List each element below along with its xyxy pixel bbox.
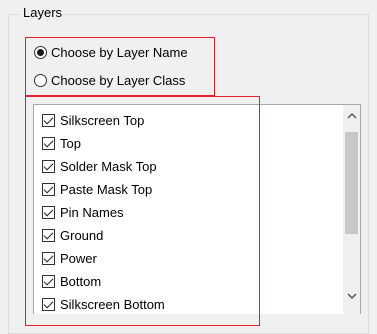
layers-group-title: Layers [20, 5, 66, 21]
chevron-down-icon[interactable] [343, 287, 360, 304]
radio-choose-by-layer-class[interactable]: Choose by Layer Class [34, 70, 185, 90]
radio-choose-by-layer-name[interactable]: Choose by Layer Name [34, 42, 188, 62]
list-highlight-box [25, 96, 260, 326]
radio-button-icon[interactable] [34, 45, 47, 59]
radio-button-icon[interactable] [34, 73, 47, 87]
chevron-up-icon[interactable] [343, 107, 360, 124]
radio-label: Choose by Layer Class [51, 72, 186, 88]
radio-label: Choose by Layer Name [51, 44, 188, 60]
vertical-scrollbar[interactable] [343, 105, 360, 315]
scrollbar-thumb[interactable] [345, 132, 358, 234]
